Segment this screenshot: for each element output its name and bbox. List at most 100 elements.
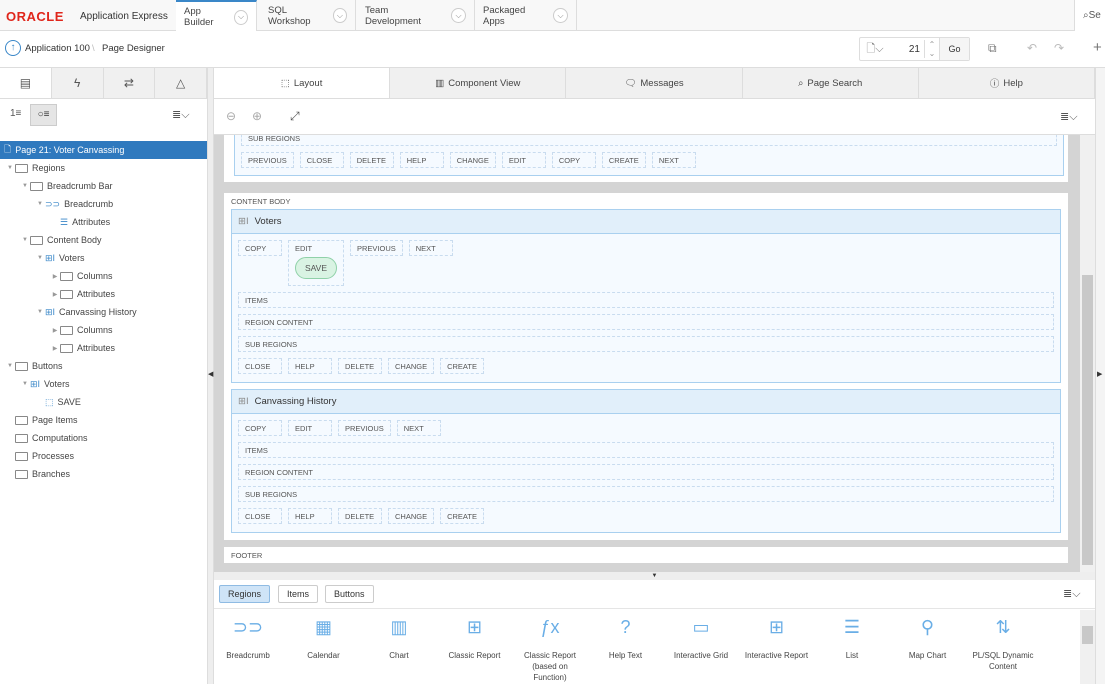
tree-node[interactable]: Processes xyxy=(0,447,207,465)
right-pane-collapsed[interactable]: ▶ xyxy=(1095,68,1105,684)
chevron-down-icon[interactable]: ⌵ xyxy=(553,8,568,23)
tab-page-search[interactable]: ⌕ Page Search xyxy=(743,68,919,98)
chevron-down-icon[interactable]: ⌵ xyxy=(234,9,248,25)
tree-node[interactable]: ▼ ⊞I Voters xyxy=(0,375,207,393)
canvas-scrollbar[interactable] xyxy=(1080,135,1095,572)
order-by-processing-icon[interactable]: 1≡ xyxy=(10,108,21,119)
toggle-icon[interactable]: ▼ xyxy=(35,309,45,315)
tab-app-builder[interactable]: App Builder ⌵ xyxy=(176,0,257,32)
chevron-down-icon[interactable]: ⌵ xyxy=(451,8,466,23)
toggle-icon[interactable]: ▶ xyxy=(50,273,60,280)
gallery-item[interactable]: ☰ List xyxy=(817,618,887,661)
tree-node[interactable]: ▶ Columns xyxy=(0,321,207,339)
chevron-down-icon[interactable]: ⌵ xyxy=(332,8,347,23)
gallery-item[interactable]: ⇅ PL/SQL Dynamic Content xyxy=(968,618,1038,672)
tree-node[interactable]: ▶ Attributes xyxy=(0,339,207,357)
gallery-item[interactable]: ▥ Chart xyxy=(364,618,434,661)
redo-icon[interactable]: ↷ xyxy=(1054,41,1064,55)
gallery-item[interactable]: ⚲ Map Chart xyxy=(893,618,963,661)
tree-node[interactable]: Page Items xyxy=(0,411,207,429)
breadcrumb-icon: ⊃⊃ xyxy=(45,198,61,209)
toggle-icon[interactable]: ▼ xyxy=(20,183,30,189)
toggle-icon[interactable]: ▼ xyxy=(20,237,30,243)
gallery-item[interactable]: ▭ Interactive Grid xyxy=(666,618,736,661)
toggle-icon[interactable]: ▶ xyxy=(50,291,60,298)
lock-icon[interactable]: ⧉ xyxy=(988,41,997,56)
expand-icon[interactable]: ⤢ xyxy=(290,109,300,124)
page-navigator: 🗋⌵ 21 ⌃ ⌄ Go xyxy=(859,37,970,61)
undo-icon[interactable]: ↶ xyxy=(1027,41,1037,55)
breadcrumb-application[interactable]: Application 100 xyxy=(25,43,90,54)
collapse-left-icon[interactable]: ◀ xyxy=(208,370,213,378)
tree-node[interactable]: Branches xyxy=(0,465,207,483)
tree-node[interactable]: ▼ ⊞I Canvassing History xyxy=(0,303,207,321)
tab-component-view[interactable]: ▥ Component View xyxy=(390,68,567,98)
toggle-icon[interactable]: ▼ xyxy=(35,255,45,261)
gallery-scrollbar[interactable] xyxy=(1080,610,1095,684)
page-select-icon[interactable]: 🗋⌵ xyxy=(860,40,890,59)
toggle-icon[interactable]: ▼ xyxy=(5,363,15,369)
gallery-item[interactable]: ? Help Text xyxy=(591,617,661,661)
tree-node[interactable]: 🗋 Page 21: Voter Canvassing xyxy=(0,141,207,159)
tab-packaged-apps[interactable]: Packaged Apps ⌵ xyxy=(475,0,577,31)
pane-splitter[interactable]: ◀ xyxy=(207,68,214,684)
menu-icon[interactable]: ≣⌵ xyxy=(1063,587,1081,601)
toggle-icon[interactable]: ▶ xyxy=(50,345,60,352)
menu-icon[interactable]: ≣⌵ xyxy=(172,108,190,122)
help-text-icon: ? xyxy=(620,617,631,637)
tab-rendering[interactable]: ▤ xyxy=(0,68,52,98)
gallery-item[interactable]: ⊞ Interactive Report xyxy=(742,618,812,661)
arrow-up-icon[interactable]: ↑ xyxy=(5,40,21,56)
page-stepper[interactable]: ⌃ ⌄ xyxy=(924,40,939,58)
tab-shared-components[interactable]: △ xyxy=(155,68,207,98)
tree-node[interactable]: ☰ Attributes xyxy=(0,213,207,231)
tab-dynamic-actions[interactable]: ϟ xyxy=(52,68,104,98)
group-by-type-icon[interactable]: ○≡ xyxy=(30,104,57,126)
tab-help[interactable]: ⓘ Help xyxy=(919,68,1096,98)
gallery-tab-buttons[interactable]: Buttons xyxy=(325,585,374,603)
tab-layout[interactable]: ⬚ Layout xyxy=(214,68,391,98)
toggle-icon[interactable]: ▼ xyxy=(35,201,45,207)
expand-right-icon[interactable]: ▶ xyxy=(1097,370,1102,378)
search-button[interactable]: ⌕ Se xyxy=(1074,0,1105,31)
tree-node[interactable]: ▼ Content Body xyxy=(0,231,207,249)
tab-messages[interactable]: 🗨 Messages xyxy=(566,68,743,98)
page-number-input[interactable]: 21 xyxy=(890,44,924,55)
toggle-icon[interactable]: ▶ xyxy=(50,327,60,334)
tab-team-development[interactable]: Team Development ⌵ xyxy=(357,0,475,31)
toggle-icon[interactable]: ▼ xyxy=(5,165,15,171)
go-button[interactable]: Go xyxy=(939,38,969,60)
gallery-item[interactable]: ⊞ Classic Report xyxy=(440,618,510,661)
add-icon[interactable]: + xyxy=(1093,39,1102,56)
gallery-item[interactable]: ƒx Classic Report (based on Function) xyxy=(515,618,585,683)
gallery-item[interactable]: ⊃⊃ Breadcrumb xyxy=(213,618,283,661)
tree-node[interactable]: ▼ Buttons xyxy=(0,357,207,375)
gallery-tab-regions[interactable]: Regions xyxy=(219,585,271,603)
toggle-icon[interactable]: ▼ xyxy=(20,381,30,387)
tree-node[interactable]: ▼ Regions xyxy=(0,159,207,177)
breadcrumb-bar-container: SUB REGIONS PREVIOUS CLOSE DELETE HELP CHANG… xyxy=(224,135,1068,182)
tab-processing[interactable]: ⇄ xyxy=(104,68,156,98)
scrollbar-thumb[interactable] xyxy=(1082,626,1093,644)
bottom-splitter[interactable]: ▼ xyxy=(214,572,1095,580)
tree-node[interactable]: ⬚ SAVE xyxy=(0,393,207,411)
tree-node[interactable]: ▶ Attributes xyxy=(0,285,207,303)
scrollbar-thumb[interactable] xyxy=(1082,275,1093,565)
tree-node[interactable]: ▼ Breadcrumb Bar xyxy=(0,177,207,195)
voters-region[interactable]: ⊞I Voters COPY EDIT SAVE PREVIOUS NEXT ITEMS … xyxy=(231,209,1061,383)
menu-icon[interactable]: ≣⌵ xyxy=(1060,110,1078,124)
tab-sql-workshop[interactable]: SQL Workshop ⌵ xyxy=(260,0,356,31)
grid-icon: ⊞I xyxy=(45,252,56,263)
gallery-item[interactable]: ▦ Calendar xyxy=(289,618,359,661)
tree-node[interactable]: ▶ Columns xyxy=(0,267,207,285)
gallery-tab-items[interactable]: Items xyxy=(278,585,319,603)
tree-node[interactable]: Computations xyxy=(0,429,207,447)
tree-node[interactable]: ▼ ⊃⊃ Breadcrumb xyxy=(0,195,207,213)
save-button[interactable]: SAVE xyxy=(295,257,337,279)
canvassing-history-region[interactable]: ⊞I Canvassing History COPY EDIT PREVIOUS NEX… xyxy=(231,389,1061,533)
zoom-out-icon[interactable]: ⊖ xyxy=(226,109,236,123)
tree-node[interactable]: ▼ ⊞I Voters xyxy=(0,249,207,267)
zoom-in-icon[interactable]: ⊕ xyxy=(252,109,262,123)
collapse-down-icon[interactable]: ▼ xyxy=(652,573,658,579)
gallery-item-label: Help Text xyxy=(608,651,643,660)
